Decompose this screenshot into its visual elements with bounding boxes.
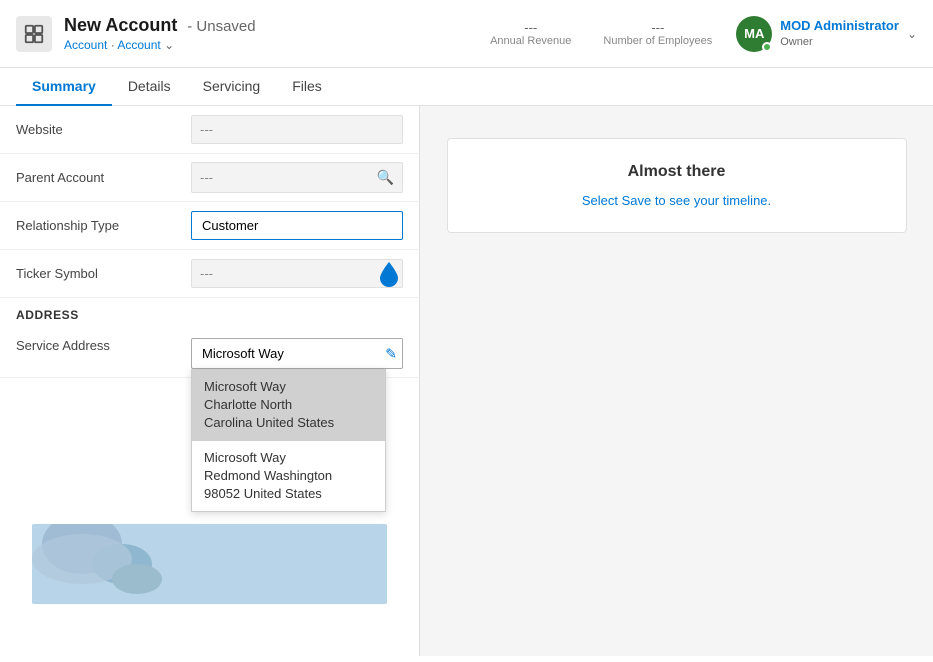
dropdown-item-0-line3: Carolina United States [204, 414, 373, 432]
tab-summary[interactable]: Summary [16, 68, 112, 106]
service-address-label: Service Address [16, 338, 191, 353]
tabs-bar: Summary Details Servicing Files [0, 68, 933, 106]
right-panel: Almost there Select Save to see your tim… [420, 106, 933, 656]
user-profile[interactable]: MA MOD Administrator Owner ⌄ [736, 16, 917, 52]
dropdown-item-1[interactable]: Microsoft Way Redmond Washington 98052 U… [192, 441, 385, 512]
address-dropdown: Microsoft Way Charlotte North Carolina U… [191, 369, 386, 512]
dropdown-item-1-line2: Redmond Washington [204, 467, 373, 485]
parent-account-label: Parent Account [16, 170, 191, 185]
address-field-wrap: ✎ Microsoft Way Charlotte North Carolina… [191, 338, 403, 369]
parent-account-search-button[interactable]: 🔍 [377, 169, 394, 186]
timeline-subtitle: Select Save to see your timeline. [480, 193, 874, 208]
ticker-symbol-row: Ticker Symbol --- [0, 250, 419, 298]
parent-account-row: Parent Account --- 🔍 [0, 154, 419, 202]
service-address-input[interactable] [191, 338, 403, 369]
tab-details[interactable]: Details [112, 68, 187, 106]
address-edit-button[interactable]: ✎ [385, 345, 397, 362]
address-section-header: ADDRESS [0, 298, 419, 328]
dropdown-item-1-line3: 98052 United States [204, 485, 373, 503]
annual-revenue-stat: --- Annual Revenue [490, 20, 571, 47]
left-panel: Website --- Parent Account --- 🔍 Relatio… [0, 106, 420, 656]
avatar: MA [736, 16, 772, 52]
tab-files[interactable]: Files [276, 68, 338, 106]
num-employees-stat: --- Number of Employees [603, 20, 712, 47]
timeline-title: Almost there [480, 163, 874, 181]
header-stats: --- Annual Revenue --- Number of Employe… [490, 20, 712, 47]
map-view [32, 524, 387, 604]
online-badge [762, 42, 772, 52]
ticker-symbol-label: Ticker Symbol [16, 266, 191, 281]
account-icon [16, 16, 52, 52]
user-info: MOD Administrator Owner [780, 18, 899, 49]
ticker-symbol-value[interactable]: --- [191, 259, 403, 288]
app-header: New Account - Unsaved Account · Account … [0, 0, 933, 68]
water-drop-icon [375, 260, 403, 288]
parent-account-field[interactable]: --- 🔍 [191, 162, 403, 193]
header-title-block: New Account - Unsaved Account · Account … [64, 15, 490, 52]
relationship-type-row: Relationship Type [0, 202, 419, 250]
chevron-down-icon: ⌄ [907, 27, 917, 41]
timeline-box: Almost there Select Save to see your tim… [447, 138, 907, 233]
dropdown-item-0-line2: Charlotte North [204, 396, 373, 414]
relationship-type-input[interactable] [191, 211, 403, 240]
website-label: Website [16, 122, 191, 137]
main-content: Website --- Parent Account --- 🔍 Relatio… [0, 106, 933, 656]
service-address-row: Service Address ✎ Microsoft Way Charlott… [0, 328, 419, 378]
relationship-type-label: Relationship Type [16, 218, 191, 233]
website-value[interactable]: --- [191, 115, 403, 144]
ticker-input-wrap: --- [191, 259, 403, 288]
page-title: New Account - Unsaved [64, 15, 490, 36]
dropdown-item-0-line1: Microsoft Way [204, 378, 373, 396]
website-row: Website --- [0, 106, 419, 154]
map-container [0, 508, 419, 620]
tab-servicing[interactable]: Servicing [187, 68, 277, 106]
dropdown-item-0[interactable]: Microsoft Way Charlotte North Carolina U… [192, 370, 385, 441]
dropdown-item-1-line1: Microsoft Way [204, 449, 373, 467]
breadcrumb: Account · Account ⌄ [64, 38, 490, 52]
